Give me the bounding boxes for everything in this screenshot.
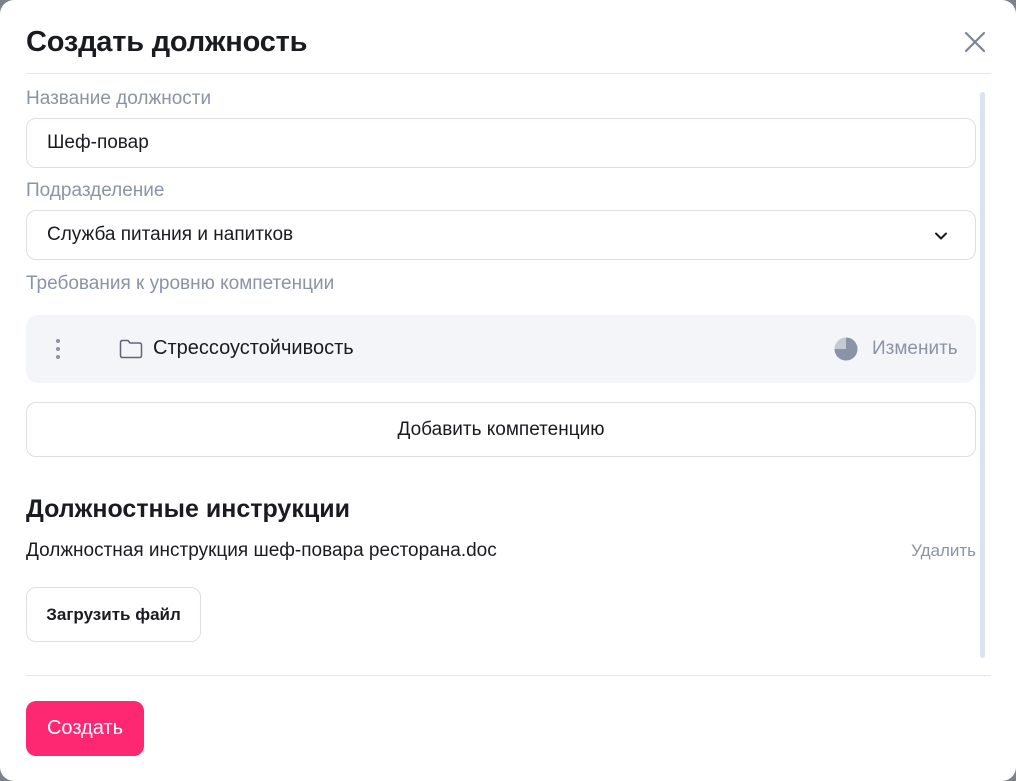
header-divider xyxy=(26,73,991,74)
position-name-value: Шеф-повар xyxy=(47,132,149,153)
add-competency-button[interactable]: Добавить компетенцию xyxy=(26,402,976,457)
department-select[interactable]: Служба питания и напитков xyxy=(26,210,976,260)
chevron-down-icon xyxy=(935,232,947,240)
folder-icon xyxy=(119,339,143,359)
footer-divider xyxy=(26,675,991,676)
dialog-title: Создать должность xyxy=(26,26,308,58)
competency-requirements-label: Требования к уровню компетенции xyxy=(26,273,335,294)
department-selected-value: Служба питания и напитков xyxy=(47,224,294,245)
scrollbar[interactable] xyxy=(980,92,985,658)
dialog-body: Название должности Шеф-повар Подразделен… xyxy=(26,76,976,661)
create-button[interactable]: Создать xyxy=(26,701,144,756)
instruction-file-name: Должностная инструкция шеф-повара рестор… xyxy=(26,540,497,561)
pie-chart-icon xyxy=(834,337,858,361)
delete-file-button[interactable]: Удалить xyxy=(911,541,976,561)
job-instructions-title: Должностные инструкции xyxy=(26,495,350,523)
competency-item: Стрессоустойчивость Изменить xyxy=(26,315,976,383)
close-icon xyxy=(964,31,986,53)
drag-handle-icon[interactable] xyxy=(52,337,64,361)
competency-name: Стрессоустойчивость xyxy=(153,337,354,359)
edit-competency-button[interactable]: Изменить xyxy=(872,338,958,360)
dialog-header: Создать должность xyxy=(26,22,991,62)
position-name-input[interactable]: Шеф-повар xyxy=(26,118,976,168)
create-position-dialog: Создать должность Название должности Шеф… xyxy=(0,0,1016,781)
department-label: Подразделение xyxy=(26,180,165,201)
close-button[interactable] xyxy=(959,26,991,58)
position-name-label: Название должности xyxy=(26,88,212,109)
upload-file-button[interactable]: Загрузить файл xyxy=(26,587,201,642)
